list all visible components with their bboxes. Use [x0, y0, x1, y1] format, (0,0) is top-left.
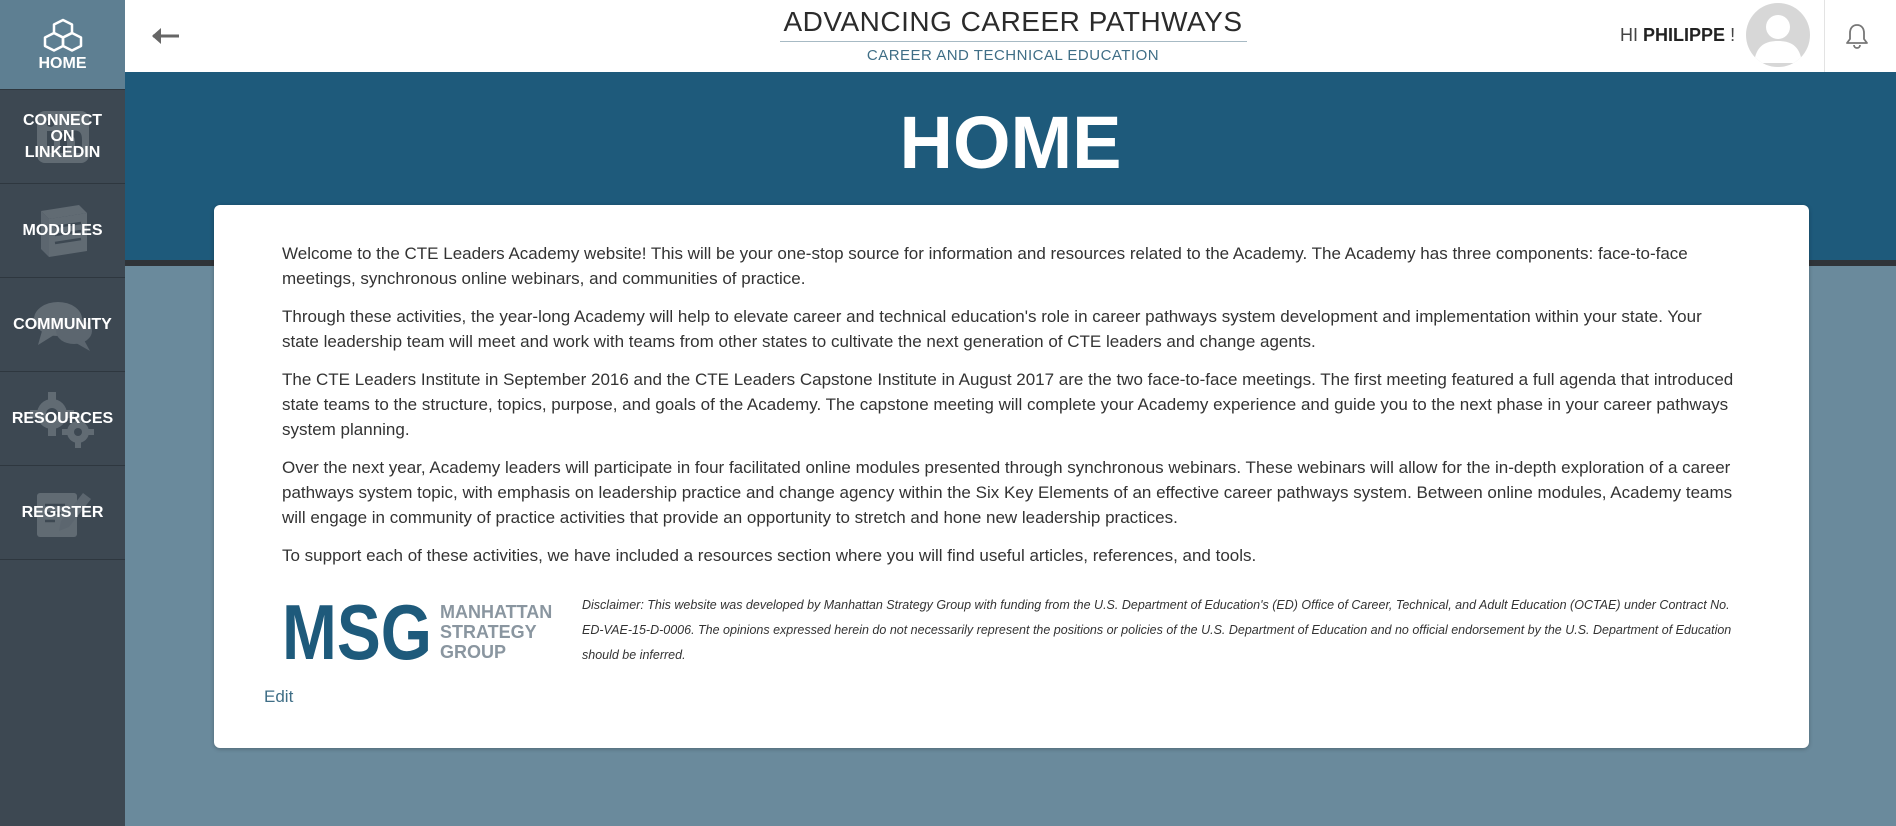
- site-subtitle: CAREER AND TECHNICAL EDUCATION: [866, 47, 1160, 64]
- cubes-icon: [43, 18, 82, 52]
- back-arrow-icon[interactable]: [149, 22, 181, 50]
- nav-register-label: REGISTER: [21, 503, 104, 521]
- page-title: HOME: [899, 101, 1122, 184]
- paragraph: The CTE Leaders Institute in September 2…: [282, 370, 1734, 439]
- logo-mark: MSG: [282, 601, 432, 663]
- sidebar: HOME CONNECT ON LINKEDIN MODULES COMMUNI…: [0, 0, 125, 826]
- footer-row: MSG MANHATTAN STRATEGY GROUP Disclaimer:…: [282, 593, 1742, 673]
- disclaimer-text: Disclaimer: This website was developed b…: [582, 598, 1732, 662]
- nav-connect-linkedin-label: CONNECT ON LINKEDIN: [22, 111, 103, 161]
- header-divider: [1824, 0, 1825, 72]
- msg-logo: MSG MANHATTAN STRATEGY GROUP: [282, 601, 552, 663]
- top-header: ADVANCING CAREER PATHWAYS CAREER AND TEC…: [125, 0, 1896, 72]
- nav-home-label: HOME: [38, 54, 87, 72]
- user-greeting: HI PHILIPPE !: [1620, 25, 1735, 46]
- nav-resources-label: RESOURCES: [11, 409, 114, 427]
- nav-community[interactable]: COMMUNITY: [0, 278, 125, 372]
- user-avatar-icon: [1754, 15, 1802, 63]
- site-title: ADVANCING CAREER PATHWAYS: [779, 6, 1247, 42]
- nav-modules-label: MODULES: [22, 221, 103, 239]
- nav-community-label: COMMUNITY: [13, 315, 112, 333]
- user-name: PHILIPPE: [1643, 25, 1726, 45]
- paragraph: To support each of these activities, we …: [282, 546, 1257, 565]
- nav-connect-linkedin[interactable]: CONNECT ON LINKEDIN: [0, 90, 125, 184]
- paragraph: Through these activities, the year-long …: [282, 307, 1702, 351]
- bell-icon[interactable]: [1843, 22, 1871, 50]
- logo-line1: MANHATTAN: [440, 602, 552, 622]
- paragraph: Over the next year, Academy leaders will…: [282, 458, 1733, 527]
- content-card: Welcome to the CTE Leaders Academy websi…: [214, 205, 1809, 748]
- logo-line3: GROUP: [440, 642, 506, 662]
- edit-link[interactable]: Edit: [264, 687, 293, 707]
- logo-line2: STRATEGY: [440, 622, 537, 642]
- nav-home[interactable]: HOME: [0, 0, 125, 90]
- avatar[interactable]: [1746, 3, 1810, 67]
- nav-modules[interactable]: MODULES: [0, 184, 125, 278]
- intro-text: Welcome to the CTE Leaders Academy websi…: [282, 241, 1742, 581]
- nav-register[interactable]: REGISTER: [0, 466, 125, 560]
- greeting-suffix: !: [1730, 25, 1736, 45]
- nav-resources[interactable]: RESOURCES: [0, 372, 125, 466]
- site-brand[interactable]: ADVANCING CAREER PATHWAYS CAREER AND TEC…: [763, 6, 1263, 64]
- greeting-prefix: HI: [1620, 25, 1638, 45]
- paragraph: Welcome to the CTE Leaders Academy websi…: [282, 244, 1688, 288]
